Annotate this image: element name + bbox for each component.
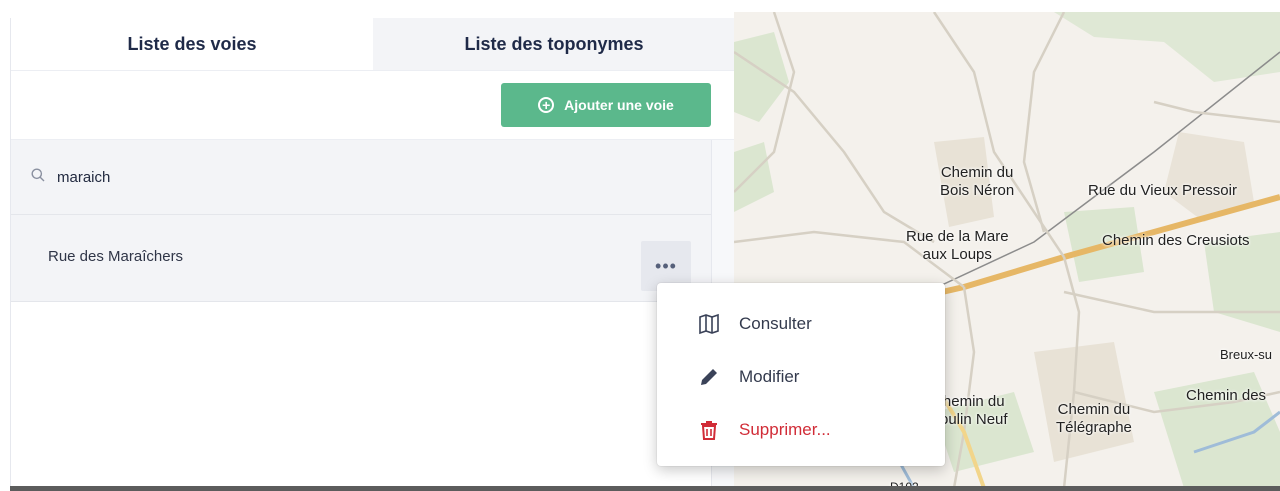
search-icon (31, 168, 45, 182)
list-item[interactable]: Rue des Maraîchers ••• (11, 215, 711, 302)
window-bottom-border (10, 486, 1280, 491)
menu-item-label: Supprimer... (739, 420, 831, 439)
menu-item-label: Consulter (739, 314, 812, 333)
plus-circle-icon: + (538, 97, 555, 113)
trash-icon (701, 421, 717, 440)
menu-item-consulter[interactable]: Consulter (657, 297, 945, 351)
search-input[interactable] (55, 162, 359, 192)
menu-item-modifier[interactable]: Modifier (657, 350, 945, 404)
menu-item-supprimer[interactable]: Supprimer... (657, 403, 945, 457)
more-horizontal-icon: ••• (655, 255, 677, 276)
voies-panel: Liste des voies Liste des toponymes + Aj… (10, 18, 736, 486)
search-bar (11, 140, 711, 215)
map-label: Chemin des Creusiots (1102, 232, 1250, 249)
map-label: Chemin du Télégraphe (1056, 401, 1132, 436)
map-label: Chemin du Bois Néron (940, 164, 1015, 199)
tab-bar: Liste des voies Liste des toponymes (11, 18, 735, 71)
map-label: Chemin des (1186, 387, 1267, 404)
map-label: Breux-su (1220, 347, 1273, 362)
menu-item-label: Modifier (739, 367, 800, 386)
add-voie-button[interactable]: + Ajouter une voie (501, 83, 711, 127)
voie-name: Rue des Maraîchers (48, 248, 184, 265)
map-label: Rue de la Mare aux Loups (906, 228, 1009, 263)
map-view-icon (699, 313, 719, 335)
context-menu: Consulter Modifier Supprimer... (657, 283, 945, 466)
pencil-icon (701, 369, 717, 385)
actions-row: + Ajouter une voie (11, 71, 735, 140)
tab-liste-des-toponymes[interactable]: Liste des toponymes (373, 18, 735, 70)
add-voie-label: Ajouter une voie (564, 97, 674, 113)
map-label: Rue du Vieux Pressoir (1088, 182, 1237, 199)
map-label: hemin du oulin Neuf (940, 393, 1008, 428)
tab-liste-des-voies[interactable]: Liste des voies (11, 18, 373, 70)
